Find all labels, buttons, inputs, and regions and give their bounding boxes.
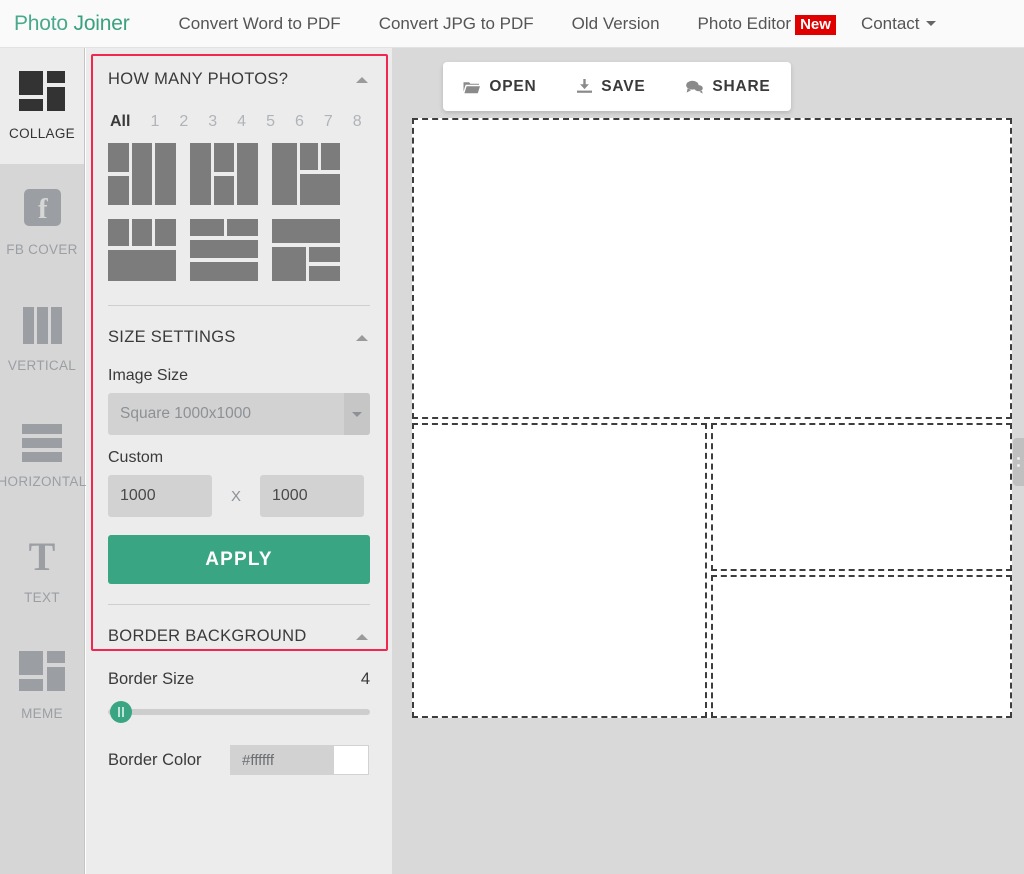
sidebar-item-vertical-label: VERTICAL — [7, 358, 77, 373]
collage-cell-1[interactable] — [412, 118, 1012, 419]
sidebar-item-fb-cover-label: FB COVER — [6, 242, 78, 257]
chevron-up-icon[interactable] — [356, 334, 368, 341]
apply-button[interactable]: APPLY — [108, 535, 370, 584]
chevron-down-icon[interactable] — [344, 393, 370, 435]
collage-cell-2[interactable] — [412, 423, 707, 718]
border-size-row: Border Size 4 — [108, 670, 370, 689]
border-color-row: Border Color — [108, 745, 370, 775]
sidebar-item-horizontal-label: HORIZONTAL — [0, 474, 87, 489]
nav-link-convert-word-to-pdf[interactable]: Convert Word to PDF — [160, 0, 360, 48]
border-size-slider-handle[interactable] — [110, 701, 132, 723]
download-icon — [577, 79, 593, 94]
photo-count-tab-all[interactable]: All — [108, 113, 140, 131]
collage-cell-4[interactable] — [711, 575, 1012, 718]
chevron-down-icon — [925, 20, 936, 26]
save-button-label: SAVE — [601, 77, 646, 95]
right-drawer-handle[interactable] — [1013, 438, 1024, 486]
custom-size-separator: X — [230, 487, 241, 505]
layout-thumbnail-4[interactable] — [108, 219, 176, 281]
chevron-up-icon[interactable] — [356, 76, 368, 83]
meme-icon — [19, 651, 65, 697]
open-button[interactable]: OPEN — [457, 78, 542, 96]
layout-thumbnail-6[interactable] — [272, 219, 340, 281]
collage-cell-3[interactable] — [711, 423, 1012, 571]
chevron-up-icon[interactable] — [356, 633, 368, 640]
border-size-value: 4 — [360, 670, 370, 688]
panel-border-background-header[interactable]: BORDER BACKGROUND — [108, 605, 370, 652]
share-button[interactable]: SHARE — [680, 78, 776, 96]
sidebar-item-fb-cover[interactable]: f FB COVER — [0, 164, 84, 280]
text-t-icon: T — [28, 534, 56, 579]
vertical-bars-icon — [19, 303, 65, 349]
left-tool-rail: COLLAGE f FB COVER VERTICAL HORIZONTAL T… — [0, 48, 87, 874]
custom-height-input[interactable] — [260, 475, 364, 517]
new-badge: New — [795, 14, 836, 35]
panel-how-many-photos: HOW MANY PHOTOS? All 1 2 3 4 5 6 7 8 — [86, 48, 392, 306]
collage-canvas[interactable] — [412, 118, 1012, 718]
nav-link-photo-editor[interactable]: Photo Editor New — [679, 0, 842, 48]
border-color-label: Border Color — [108, 750, 202, 769]
layout-thumbnail-2[interactable] — [190, 143, 258, 205]
sidebar-item-collage[interactable]: COLLAGE — [0, 48, 84, 164]
nav-link-photo-editor-label: Photo Editor — [697, 13, 792, 33]
panel-how-many-photos-header[interactable]: HOW MANY PHOTOS? — [108, 48, 370, 95]
photo-count-tab-6[interactable]: 6 — [285, 113, 314, 131]
photo-count-tab-1[interactable]: 1 — [140, 113, 169, 131]
border-size-label: Border Size — [108, 670, 195, 688]
speech-bubble-icon — [686, 80, 704, 94]
photo-count-tab-8[interactable]: 8 — [343, 113, 372, 131]
image-size-select[interactable]: Square 1000x1000 — [108, 393, 370, 435]
sidebar-item-text-label: TEXT — [24, 590, 60, 605]
layout-thumbnail-1[interactable] — [108, 143, 176, 205]
panel-size-settings-title: SIZE SETTINGS — [108, 328, 236, 346]
photo-count-tab-5[interactable]: 5 — [256, 113, 285, 131]
panel-size-settings: SIZE SETTINGS Image Size Square 1000x100… — [86, 306, 392, 605]
nav-link-convert-jpg-to-pdf[interactable]: Convert JPG to PDF — [360, 0, 553, 48]
sidebar-item-meme-label: MEME — [21, 706, 63, 721]
panel-border-background: BORDER BACKGROUND Border Size 4 Border C… — [86, 605, 392, 775]
border-size-slider[interactable] — [108, 701, 370, 723]
share-button-label: SHARE — [712, 77, 771, 95]
brand-logo-first: Photo — [14, 11, 74, 35]
layout-thumbnail-grid — [108, 143, 370, 295]
photo-count-tab-3[interactable]: 3 — [198, 113, 227, 131]
sidebar-item-collage-label: COLLAGE — [9, 126, 75, 141]
custom-width-input[interactable] — [108, 475, 212, 517]
layout-thumbnail-3[interactable] — [272, 143, 340, 205]
border-size-slider-track — [108, 709, 370, 715]
nav-link-contact-label: Contact — [860, 13, 920, 33]
layout-thumbnail-5[interactable] — [190, 219, 258, 281]
folder-icon — [463, 80, 481, 94]
editor-stage: OPEN SAVE SHARE — [392, 48, 1024, 874]
canvas-toolbar: OPEN SAVE SHARE — [443, 62, 791, 111]
sidebar-item-meme[interactable]: MEME — [0, 628, 84, 744]
photo-count-tab-4[interactable]: 4 — [227, 113, 256, 131]
facebook-icon: f — [19, 187, 65, 233]
sidebar-item-vertical[interactable]: VERTICAL — [0, 280, 84, 396]
open-button-label: OPEN — [489, 77, 537, 95]
nav-link-old-version[interactable]: Old Version — [553, 0, 679, 48]
panel-border-background-title: BORDER BACKGROUND — [108, 627, 307, 645]
border-color-input[interactable] — [230, 745, 333, 775]
top-navigation-bar: Photo Joiner Convert Word to PDF Convert… — [0, 0, 1024, 48]
custom-size-row: X — [108, 475, 370, 517]
photo-count-tab-7[interactable]: 7 — [314, 113, 343, 131]
panel-how-many-photos-title: HOW MANY PHOTOS? — [108, 70, 289, 88]
image-size-select-value: Square 1000x1000 — [120, 405, 252, 422]
nav-link-contact[interactable]: Contact — [842, 0, 955, 48]
brand-logo[interactable]: Photo Joiner — [0, 12, 160, 36]
sidebar-item-text[interactable]: T TEXT — [0, 512, 84, 628]
border-color-swatch[interactable] — [333, 745, 369, 775]
save-button[interactable]: SAVE — [571, 78, 651, 96]
brand-logo-second: Joiner — [73, 11, 130, 35]
photo-count-tabs: All 1 2 3 4 5 6 7 8 — [108, 113, 370, 131]
sidebar-item-horizontal[interactable]: HORIZONTAL — [0, 396, 87, 512]
image-size-label: Image Size — [108, 367, 189, 384]
settings-panel-column: HOW MANY PHOTOS? All 1 2 3 4 5 6 7 8 SIZ… — [86, 48, 392, 874]
photo-count-tab-2[interactable]: 2 — [169, 113, 198, 131]
horizontal-bars-icon — [19, 419, 65, 465]
collage-icon — [19, 71, 65, 117]
custom-size-label: Custom — [108, 449, 164, 466]
panel-size-settings-header[interactable]: SIZE SETTINGS — [108, 306, 370, 353]
